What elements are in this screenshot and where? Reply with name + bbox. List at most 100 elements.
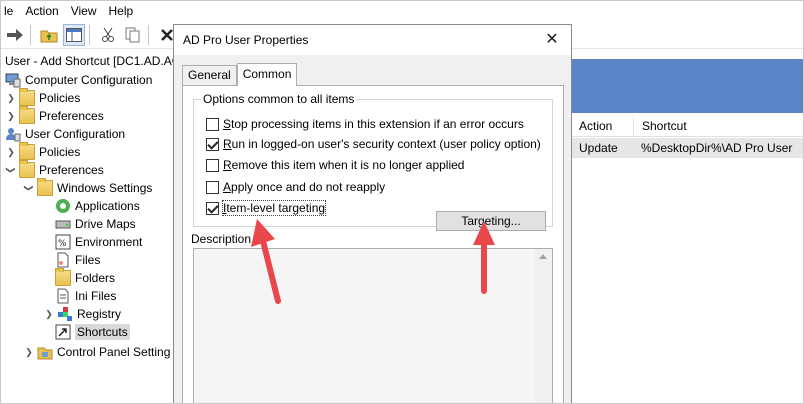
menu-view[interactable]: View <box>65 1 103 21</box>
dialog-title: AD Pro User Properties <box>183 33 309 47</box>
control-panel-icon <box>37 344 53 360</box>
results-pane: Action Shortcut Update %DesktopDir%\AD P… <box>571 51 803 403</box>
chevron-right-icon[interactable]: ❯ <box>5 89 17 107</box>
option-run-logged-on[interactable]: Run in logged-on user's security context… <box>206 135 541 153</box>
tree-item-label: Environment <box>75 235 143 249</box>
tree-item-label: Registry <box>77 307 122 321</box>
annotation-arrow-icon <box>473 221 495 294</box>
cut-icon[interactable] <box>97 24 119 46</box>
menu-help[interactable]: Help <box>103 1 140 21</box>
group-label: Options common to all items <box>201 92 357 106</box>
tree-item-label: Control Panel Setting <box>57 345 171 359</box>
tree-item-user-configuration[interactable]: User Configuration <box>3 125 125 143</box>
tree-item-user-preferences[interactable]: ❯ Preferences <box>2 160 104 179</box>
folder-icon <box>55 268 71 286</box>
menu-file[interactable]: le <box>1 1 19 21</box>
checkbox[interactable] <box>206 158 219 172</box>
tree-item-user-policies[interactable]: ❯ Policies <box>5 142 81 161</box>
tree-item-shortcuts[interactable]: Shortcuts <box>53 323 130 341</box>
console-tree: User - Add Shortcut [DC1.AD.AC Computer … <box>1 51 173 403</box>
options-groupbox: Options common to all items Stop process… <box>193 92 553 231</box>
tab-general[interactable]: General <box>182 65 237 85</box>
tree-item-label: Windows Settings <box>57 181 153 195</box>
tree-item-label: Computer Configuration <box>25 73 153 87</box>
toolbar-separator <box>148 24 149 45</box>
column-header-action[interactable]: Action <box>571 117 633 136</box>
tree-item-registry[interactable]: ❯ Registry <box>43 305 121 323</box>
checkbox-checked[interactable] <box>206 201 219 215</box>
folder-icon <box>19 106 35 124</box>
toolbar-separator <box>30 24 31 45</box>
checkbox-checked[interactable] <box>206 137 219 151</box>
option-stop-processing[interactable]: Stop processing items in this extension … <box>206 115 524 133</box>
chevron-down-icon[interactable]: ❯ <box>20 182 38 194</box>
tree-item-computer-configuration[interactable]: Computer Configuration <box>3 71 152 89</box>
ini-file-icon <box>55 288 71 304</box>
dialog-titlebar: AD Pro User Properties ✕ <box>174 25 571 55</box>
tree-item-label: Applications <box>75 199 140 213</box>
copy-icon[interactable] <box>122 24 144 46</box>
checkbox[interactable] <box>206 180 219 194</box>
column-header-shortcut[interactable]: Shortcut <box>633 117 687 136</box>
toolbar-separator <box>89 24 90 45</box>
tree-item-label: User Configuration <box>25 127 126 141</box>
tree-item-label: Files <box>75 253 101 267</box>
chevron-right-icon[interactable]: ❯ <box>5 107 17 125</box>
menu-action[interactable]: Action <box>19 1 64 21</box>
registry-icon <box>57 306 73 322</box>
option-label: Run in logged-on user's security context… <box>223 137 541 151</box>
tree-item-applications[interactable]: Applications <box>53 197 140 215</box>
option-label: Apply once and do not reapply <box>223 180 386 194</box>
tree-item-policies[interactable]: ❯ Policies <box>5 88 81 107</box>
vertical-scrollbar[interactable] <box>535 249 552 403</box>
cell-shortcut: %DesktopDir%\AD Pro User <box>641 141 793 155</box>
tab-common[interactable]: Common <box>236 63 298 86</box>
computer-icon <box>5 72 21 88</box>
applications-icon <box>55 198 71 214</box>
menu-bar: le Action View Help <box>1 1 803 21</box>
tree-item-preferences[interactable]: ❯ Preferences <box>5 106 104 125</box>
tree-item-control-panel-settings[interactable]: ❯ Control Panel Setting <box>23 343 170 361</box>
drive-icon <box>55 216 71 232</box>
tree-item-drive-maps[interactable]: Drive Maps <box>53 215 136 233</box>
up-folder-icon[interactable] <box>38 24 60 46</box>
option-apply-once[interactable]: Apply once and do not reapply <box>206 178 385 196</box>
chevron-down-icon[interactable]: ❯ <box>2 164 20 176</box>
user-icon <box>5 126 21 142</box>
tree-item-label: Folders <box>75 271 116 285</box>
tree-item-environment[interactable]: % Environment <box>53 233 142 251</box>
tree-item-label: Policies <box>39 145 81 159</box>
tree-item-folders[interactable]: Folders <box>53 268 116 287</box>
chevron-right-icon[interactable]: ❯ <box>43 305 55 323</box>
tree-root-title[interactable]: User - Add Shortcut [DC1.AD.AC <box>5 54 173 68</box>
tree-item-ini-files[interactable]: Ini Files <box>53 287 116 305</box>
environment-icon: % <box>55 234 71 250</box>
chevron-right-icon[interactable]: ❯ <box>5 143 17 161</box>
option-remove-item[interactable]: Remove this item when it is no longer ap… <box>206 156 464 174</box>
tree-item-label: Preferences <box>39 109 104 123</box>
shortcut-icon <box>55 324 71 340</box>
forward-arrow-icon[interactable] <box>4 24 26 46</box>
tree-item-files[interactable]: Files <box>53 251 100 269</box>
properties-dialog: AD Pro User Properties ✕ General Common … <box>173 24 572 403</box>
scroll-up-icon[interactable] <box>539 254 547 259</box>
tree-item-label: Preferences <box>39 163 104 177</box>
tree-item-label: Drive Maps <box>75 217 136 231</box>
tree-item-windows-settings[interactable]: ❯ Windows Settings <box>20 178 153 197</box>
annotation-arrow-icon <box>251 219 281 304</box>
checkbox[interactable] <box>206 117 219 131</box>
tree-item-label: Policies <box>39 91 81 105</box>
close-icon[interactable]: ✕ <box>543 30 561 48</box>
results-banner <box>571 59 803 113</box>
mmc-window: le Action View Help User - Add Shortcut … <box>0 0 804 404</box>
chevron-right-icon[interactable]: ❯ <box>23 343 35 361</box>
tab-panel-common: Options common to all items Stop process… <box>182 85 564 403</box>
files-icon <box>55 252 71 268</box>
list-header: Action Shortcut <box>571 117 803 137</box>
table-row[interactable]: Update %DesktopDir%\AD Pro User <box>571 138 803 158</box>
folder-icon <box>19 160 35 178</box>
tree-item-label: Shortcuts <box>75 324 130 340</box>
show-hide-tree-icon[interactable] <box>63 23 85 46</box>
cell-action: Update <box>579 141 618 155</box>
svg-text:%: % <box>58 239 67 249</box>
